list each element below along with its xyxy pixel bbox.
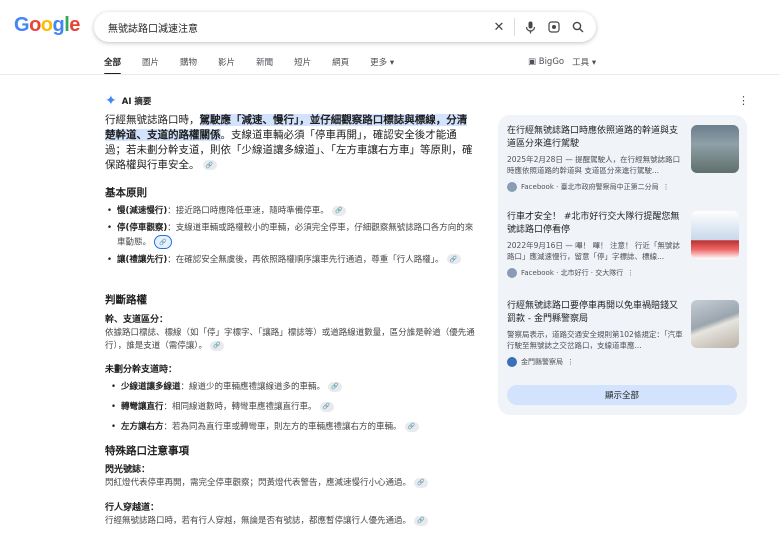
subheading-no-division: 未劃分幹支道時： bbox=[105, 365, 178, 375]
tools-button[interactable]: 工具 ▾ bbox=[572, 56, 596, 68]
search-icon[interactable] bbox=[566, 15, 590, 39]
tab-6[interactable]: 網頁 bbox=[332, 56, 349, 75]
sources-panel: 在行經無號誌路口時應依照道路的幹道與支道區分來進行駕駛 2025年2月28日 —… bbox=[498, 115, 747, 415]
crosswalk-text: 行經無號誌路口時，若有行人穿越，無論是否有號誌，都應暫停讓行人優先通過。 🔗 bbox=[105, 515, 475, 528]
header-divider bbox=[0, 74, 780, 75]
ai-intro: 行經無號誌路口時，駕駛應「減速、慢行」，並仔細觀察路口標誌與標線，分清楚幹道、支… bbox=[105, 114, 473, 171]
source-thumbnail[interactable] bbox=[691, 211, 739, 259]
tab-5[interactable]: 短片 bbox=[294, 56, 311, 75]
subheading-crosswalk: 行人穿越道： bbox=[105, 503, 160, 513]
more-icon[interactable]: ⋮ bbox=[627, 269, 634, 277]
citation-link-icon[interactable]: 🔗 bbox=[331, 205, 346, 216]
list-item: 少線道讓多線道：線道少的車輛應禮讓線道多的車輛。🔗 bbox=[109, 381, 475, 394]
source-thumbnail[interactable] bbox=[691, 300, 739, 348]
list-item: 停(停車觀察)：支線道車輛或路權較小的車輛，必須完全停車，仔細觀察無號誌路口各方… bbox=[105, 222, 475, 250]
google-logo[interactable]: Google bbox=[14, 14, 80, 37]
source-card[interactable]: 在行經無號誌路口時應依照道路的幹道與支道區分來進行駕駛 2025年2月28日 —… bbox=[507, 125, 739, 192]
sparkle-icon: ✦ bbox=[105, 93, 117, 109]
main-branch-text: 依據路口標誌、標線（如「停」字標字、「讓路」標誌等）或道路線道數量，區分誰是幹道… bbox=[105, 328, 475, 351]
tab-2[interactable]: 購物 bbox=[180, 56, 197, 75]
search-input[interactable]: 無號誌路口減速注意 bbox=[94, 20, 487, 35]
more-icon[interactable]: ⋮ bbox=[567, 358, 574, 366]
list-item: 轉彎讓直行：相同線道數時，轉彎車應禮讓直行車。🔗 bbox=[109, 401, 475, 414]
search-box[interactable]: 無號誌路口減速注意 ✕ bbox=[94, 12, 596, 42]
tab-0[interactable]: 全部 bbox=[104, 56, 122, 75]
subheading-flashing-signals: 閃光號誌： bbox=[105, 465, 151, 475]
citation-link-icon[interactable]: 🔗 bbox=[404, 421, 419, 432]
logo-letter: o bbox=[29, 14, 41, 36]
rules-list: 少線道讓多線道：線道少的車輛應禮讓線道多的車輛。🔗 轉彎讓直行：相同線道數時，轉彎… bbox=[109, 381, 475, 441]
citation-link-icon[interactable]: 🔗 bbox=[446, 254, 461, 264]
logo-letter: o bbox=[40, 14, 53, 36]
search-divider bbox=[514, 18, 515, 36]
citation-link-icon[interactable]: 🔗 bbox=[414, 477, 429, 488]
citation-link-icon[interactable]: 🔗 bbox=[202, 160, 217, 170]
logo-letter: G bbox=[14, 14, 30, 36]
ai-overview-label: AI 摘要 bbox=[121, 97, 152, 107]
section-heading-special: 特殊路口注意事項 bbox=[105, 445, 189, 457]
microphone-icon[interactable] bbox=[518, 15, 542, 39]
biggo-button[interactable]: ▣ BigGo bbox=[528, 57, 564, 67]
ai-overview-body: 行經無號誌路口時，駕駛應「減速、慢行」，並仔細觀察路口標誌與標線，分清楚幹道、支… bbox=[105, 113, 477, 173]
tab-4[interactable]: 新聞 bbox=[256, 56, 273, 75]
biggo-icon: ▣ bbox=[528, 57, 537, 67]
clear-icon[interactable]: ✕ bbox=[487, 15, 511, 39]
list-item: 慢(減速慢行)：接近路口時應降低車速，隨時準備停車。🔗 bbox=[105, 205, 475, 218]
tab-7[interactable]: 更多 ▾ bbox=[370, 56, 394, 75]
tools-area: ▣ BigGo 工具 ▾ bbox=[528, 56, 596, 68]
source-thumbnail[interactable] bbox=[691, 125, 739, 173]
citation-link-icon[interactable]: 🔗 bbox=[328, 381, 343, 392]
chevron-down-icon: ▾ bbox=[387, 58, 395, 68]
lens-icon[interactable] bbox=[542, 15, 566, 39]
subheading-main-branch: 幹、支道區分： bbox=[105, 315, 169, 325]
citation-link-icon[interactable]: 🔗 bbox=[319, 401, 334, 412]
flashing-signals-text: 閃紅燈代表停車再開，需完全停車觀察；閃黃燈代表警告，應減速慢行小心通過。 🔗 bbox=[105, 477, 475, 490]
more-icon[interactable]: ⋮ bbox=[663, 183, 670, 191]
section-heading-principles: 基本原則 bbox=[105, 187, 147, 199]
site-favicon-icon bbox=[507, 182, 517, 192]
citation-link-icon[interactable]: 🔗 bbox=[210, 340, 225, 351]
section-heading-right-of-way: 判斷路權 bbox=[105, 294, 147, 306]
source-card[interactable]: 行經無號誌路口要停車再開以免車禍賠錢又罰款 - 金門縣警察局 警察局表示，道路交… bbox=[507, 300, 739, 367]
tab-1[interactable]: 圖片 bbox=[142, 56, 159, 75]
site-favicon-icon bbox=[507, 268, 517, 278]
citation-link-icon[interactable]: 🔗 bbox=[414, 515, 429, 526]
tab-3[interactable]: 影片 bbox=[218, 56, 235, 75]
show-all-button[interactable]: 顯示全部 bbox=[507, 385, 737, 405]
logo-letter: g bbox=[52, 14, 65, 36]
source-card[interactable]: 行車才安全！ #北市好行交大隊行提醒您無號誌路口停看停 2022年9月16日 —… bbox=[507, 211, 739, 278]
site-favicon-icon bbox=[507, 357, 517, 367]
list-item: 左方讓右方：若為同為直行車或轉彎車，則左方的車輛應禮讓右方的車輛。🔗 bbox=[109, 421, 475, 434]
logo-letter: e bbox=[69, 14, 80, 36]
search-tabs: 全部 圖片 購物 影片 新聞 短片 網頁 更多 ▾ bbox=[104, 56, 415, 75]
citation-link-icon[interactable]: 🔗 bbox=[154, 235, 173, 249]
list-item: 讓(禮讓先行)：在確認安全無虞後，再依照路權順序讓車先行通過，尊重「行人路權」。… bbox=[105, 254, 475, 267]
ai-overview-header: ✦ AI 摘要 bbox=[105, 93, 151, 109]
more-options-icon[interactable]: ⋮ bbox=[738, 94, 749, 107]
principles-list: 慢(減速慢行)：接近路口時應降低車速，隨時準備停車。🔗 停(停車觀察)：支線道車輛… bbox=[105, 205, 475, 271]
